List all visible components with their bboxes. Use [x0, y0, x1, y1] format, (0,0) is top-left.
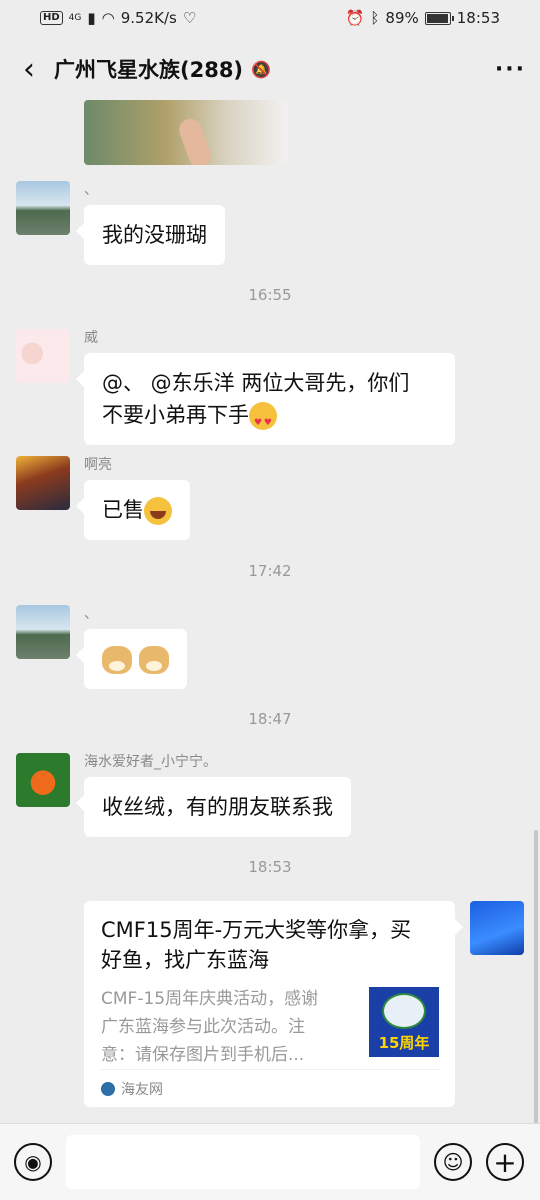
link-card[interactable]: CMF15周年-万元大奖等你拿，买 好鱼，找广东蓝海 CMF-15周年庆典活动，感… — [84, 901, 463, 1107]
more-options-icon[interactable]: ··· — [495, 57, 526, 82]
voice-icon[interactable]: ◉ — [14, 1143, 52, 1181]
avatar[interactable] — [16, 329, 70, 383]
sender-name: 海水爱好者_小宁宁。 — [84, 754, 217, 770]
emoji-icon[interactable]: ☺ — [434, 1143, 472, 1181]
message-text-line: @、 @东乐洋 两位大哥先，你们 — [102, 371, 410, 395]
battery-percent: 89% — [385, 9, 419, 27]
health-icon: ♡ — [182, 9, 197, 27]
battery-icon — [424, 11, 454, 25]
message-bubble[interactable] — [76, 629, 187, 689]
timestamp: 17:42 — [248, 562, 292, 580]
hd-icon: HD — [40, 11, 63, 25]
card-description: CMF-15周年庆典活动，感谢 广东蓝海参与此次活动。注 意：请保存图片到手机后… — [101, 989, 319, 1065]
timestamp: 18:47 — [248, 710, 292, 728]
message-item: 威 @、 @东乐洋 两位大哥先，你们 不要小弟再下手 — [16, 329, 455, 445]
signal-label: 4G — [68, 13, 82, 23]
alarm-icon: ⏰ — [345, 9, 365, 27]
fish-logo-icon — [382, 993, 426, 1029]
doge-emoji-icon — [138, 646, 169, 674]
message-bubble[interactable]: 收丝绒，有的朋友联系我 — [76, 777, 351, 837]
network-speed: 9.52K/s — [120, 9, 177, 27]
mute-bell-icon: 🔕 — [251, 59, 271, 79]
timestamp: 18:53 — [248, 858, 292, 876]
doge-emoji-icon — [102, 646, 132, 674]
sender-name: 、 — [84, 182, 98, 198]
message-text: 收丝绒，有的朋友联系我 — [102, 795, 333, 819]
avatar[interactable] — [16, 456, 70, 510]
avatar[interactable] — [16, 181, 70, 235]
signal-icon: ▮ — [87, 9, 96, 27]
message-input[interactable] — [66, 1135, 420, 1189]
input-bar: ◉ ☺ + — [0, 1123, 540, 1200]
self-avatar[interactable] — [470, 901, 524, 955]
thumbnail-text: 15周年 — [378, 1034, 430, 1052]
sender-name: 威 — [84, 330, 98, 346]
source-name: 海友网 — [121, 1081, 163, 1098]
card-source: 海友网 — [101, 1069, 439, 1107]
tears-of-joy-emoji-icon — [144, 497, 172, 525]
scrollbar[interactable] — [534, 830, 538, 1123]
bluetooth-icon: ᛒ — [370, 9, 380, 27]
card-thumbnail: 15周年 — [369, 987, 439, 1057]
photo-content — [176, 115, 214, 165]
sender-name: 、 — [84, 606, 98, 622]
source-logo-icon — [101, 1081, 115, 1096]
image-message[interactable] — [84, 100, 288, 165]
message-bubble[interactable]: 我的没珊瑚 — [76, 205, 225, 265]
timestamp: 16:55 — [248, 286, 292, 304]
status-bar: HD 4G ▮ ◠ 9.52K/s ♡ ⏰ ᛒ 89% 18:53 — [0, 0, 540, 36]
plus-icon[interactable]: + — [486, 1143, 524, 1181]
clock: 18:53 — [456, 9, 500, 27]
avatar[interactable] — [16, 605, 70, 659]
chat-title: 广州飞星水族(288) — [54, 58, 244, 82]
message-item: 海水爱好者_小宁宁。 收丝绒，有的朋友联系我 — [16, 753, 351, 837]
message-text: 我的没珊瑚 — [102, 223, 207, 247]
sender-name: 啊亮 — [84, 457, 112, 473]
avatar[interactable] — [16, 753, 70, 807]
message-item: 、 我的没珊瑚 — [16, 181, 225, 265]
message-list[interactable]: 、 我的没珊瑚 16:55 威 @、 @东乐洋 两位大哥先，你们 不要小弟再下手… — [0, 100, 540, 1123]
message-item: 啊亮 已售 — [16, 456, 190, 540]
wifi-icon: ◠ — [101, 9, 115, 27]
heart-eyes-emoji-icon — [249, 402, 277, 439]
back-icon[interactable]: ‹ — [14, 52, 44, 87]
message-item: 、 — [16, 605, 187, 689]
card-title: CMF15周年-万元大奖等你拿，买 好鱼，找广东蓝海 — [101, 918, 412, 972]
chat-header: ‹ 广州飞星水族(288) 🔕 ··· — [0, 36, 540, 102]
message-text: 已售 — [102, 498, 144, 522]
message-bubble[interactable]: @、 @东乐洋 两位大哥先，你们 不要小弟再下手 — [76, 353, 455, 445]
message-text-line: 不要小弟再下手 — [102, 403, 249, 427]
message-bubble[interactable]: 已售 — [76, 480, 190, 540]
